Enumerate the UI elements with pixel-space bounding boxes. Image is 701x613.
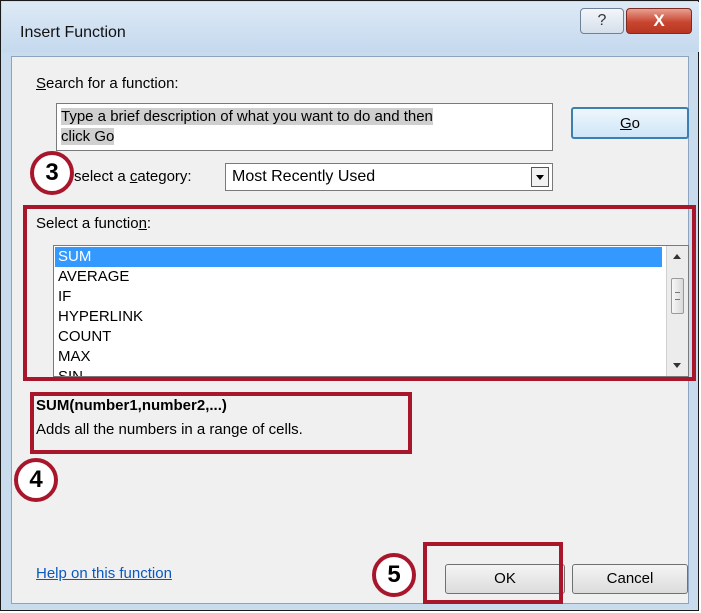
function-item-if[interactable]: IF xyxy=(55,287,662,307)
dialog-window: Insert Function ? X Search for a functio… xyxy=(0,0,699,611)
list-scrollbar[interactable] xyxy=(666,246,688,376)
title-bar[interactable]: Insert Function ? X xyxy=(2,2,699,52)
search-input[interactable]: Type a brief description of what you wan… xyxy=(56,103,553,151)
search-label: Search for a function: xyxy=(36,75,179,92)
category-select[interactable]: Most Recently Used xyxy=(225,163,553,191)
help-on-function-link[interactable]: Help on this function xyxy=(36,565,172,582)
category-value: Most Recently Used xyxy=(232,168,376,185)
function-item-sum[interactable]: SUM xyxy=(55,247,662,267)
function-item-count[interactable]: COUNT xyxy=(55,327,662,347)
function-list-label: Select a function: xyxy=(36,215,152,232)
question-mark-icon: ? xyxy=(597,12,607,29)
scroll-up-icon[interactable] xyxy=(673,254,681,259)
scroll-thumb[interactable] xyxy=(671,278,684,314)
function-item-max[interactable]: MAX xyxy=(55,347,662,367)
scroll-down-icon[interactable] xyxy=(673,363,681,368)
function-listbox[interactable]: SUM AVERAGE IF HYPERLINK COUNT MAX SIN xyxy=(53,245,689,377)
close-icon: X xyxy=(653,11,665,30)
window-title: Insert Function xyxy=(20,24,126,41)
search-text-line1: Type a brief description of what you wan… xyxy=(61,108,433,125)
callout-number-4: 4 xyxy=(14,458,58,502)
dropdown-arrow-icon[interactable] xyxy=(531,167,549,187)
function-description: Adds all the numbers in a range of cells… xyxy=(36,421,303,438)
help-button[interactable]: ? xyxy=(580,8,624,34)
cancel-button[interactable]: Cancel xyxy=(572,564,688,594)
search-text-line2: click Go xyxy=(61,128,115,145)
ok-button[interactable]: OK xyxy=(445,564,565,594)
function-item-average[interactable]: AVERAGE xyxy=(55,267,662,287)
callout-number-3: 3 xyxy=(30,151,74,195)
category-label: select a category: xyxy=(74,168,192,185)
dialog-body: Search for a function: Type a brief desc… xyxy=(11,56,689,604)
function-item-hyperlink[interactable]: HYPERLINK xyxy=(55,307,662,327)
close-button[interactable]: X xyxy=(626,8,692,34)
function-signature: SUM(number1,number2,...) xyxy=(36,397,227,414)
function-item-sin[interactable]: SIN xyxy=(55,367,662,376)
callout-number-5: 5 xyxy=(372,553,416,597)
go-button[interactable]: Go xyxy=(571,107,689,139)
